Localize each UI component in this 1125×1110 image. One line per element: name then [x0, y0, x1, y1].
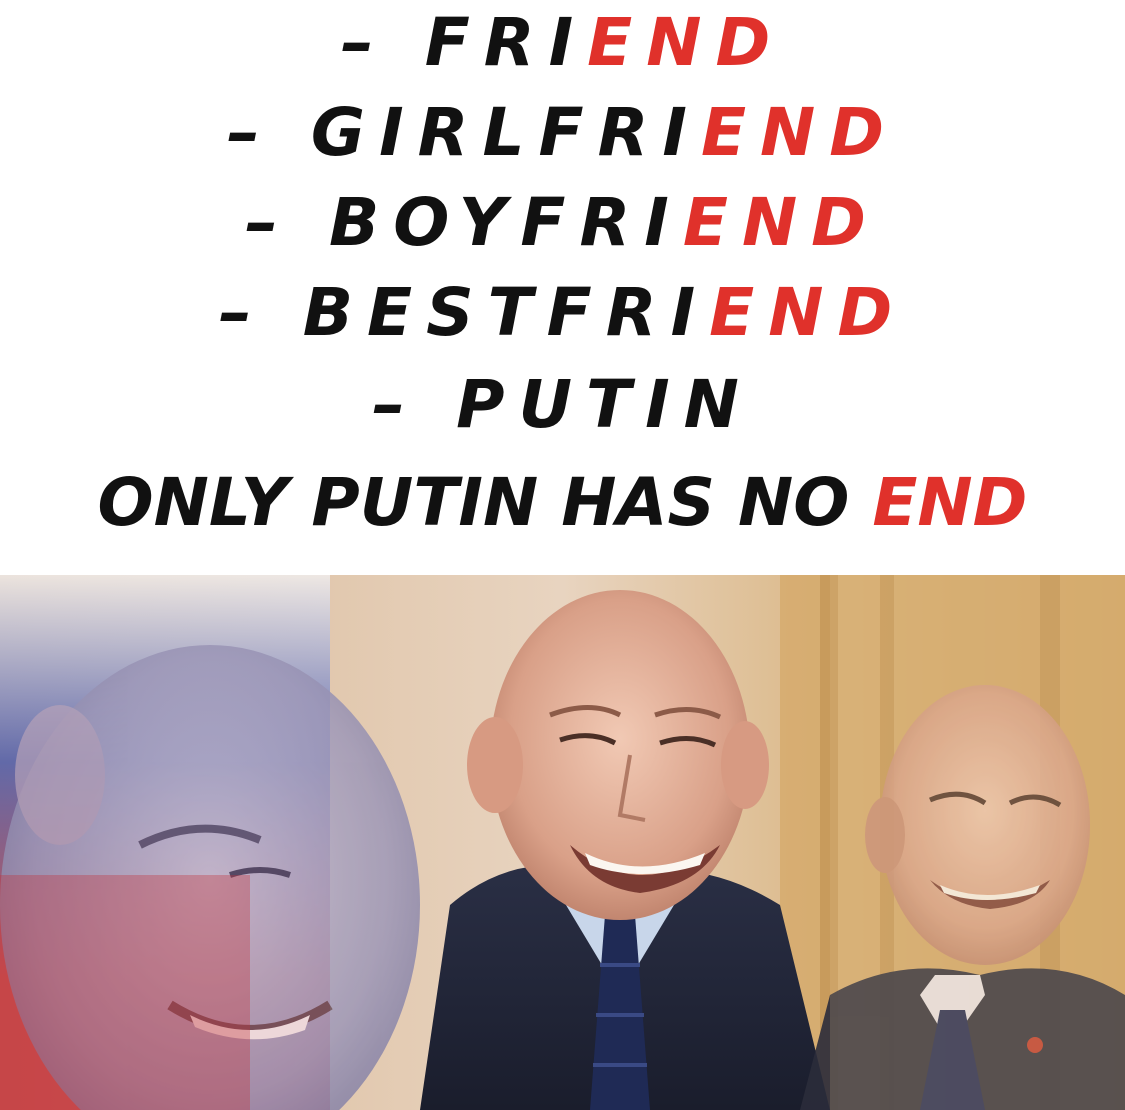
punchline-prefix: ONLY PUTIN HAS NO: [97, 464, 873, 541]
caption-line-end: END: [682, 184, 880, 261]
caption-punchline: ONLY PUTIN HAS NO END: [0, 470, 1125, 536]
caption-line-prefix: – BOYFRI: [245, 184, 683, 261]
caption-line-prefix: – BESTFRI: [218, 274, 710, 351]
caption-line-prefix: – GIRLFRI: [226, 94, 701, 171]
caption-line-putin: – PUTIN: [0, 372, 1125, 438]
caption-line-boyfriend: – BOYFRIEND: [0, 190, 1125, 256]
caption-line-prefix: – PUTIN: [372, 366, 753, 443]
punchline-end: END: [872, 464, 1028, 541]
caption-line-prefix: – FRI: [340, 4, 588, 81]
collage-illustration: [0, 575, 1125, 1110]
caption-line-end: END: [700, 94, 899, 171]
caption-line-girlfriend: – GIRLFRIEND: [0, 100, 1125, 166]
caption-line-end: END: [587, 4, 785, 81]
flag-red-bottom: [0, 875, 250, 1110]
caption-line-bestfriend: – BESTFRIEND: [0, 280, 1125, 346]
right-haze: [830, 575, 1125, 1110]
caption-line-end: END: [709, 274, 907, 351]
caption-line-friend: – FRIEND: [0, 10, 1125, 76]
meme-image: – FRIEND – GIRLFRIEND – BOYFRIEND – BEST…: [0, 0, 1125, 1110]
collage-photo: [0, 575, 1125, 1110]
caption-block: – FRIEND – GIRLFRIEND – BOYFRIEND – BEST…: [0, 0, 1125, 575]
